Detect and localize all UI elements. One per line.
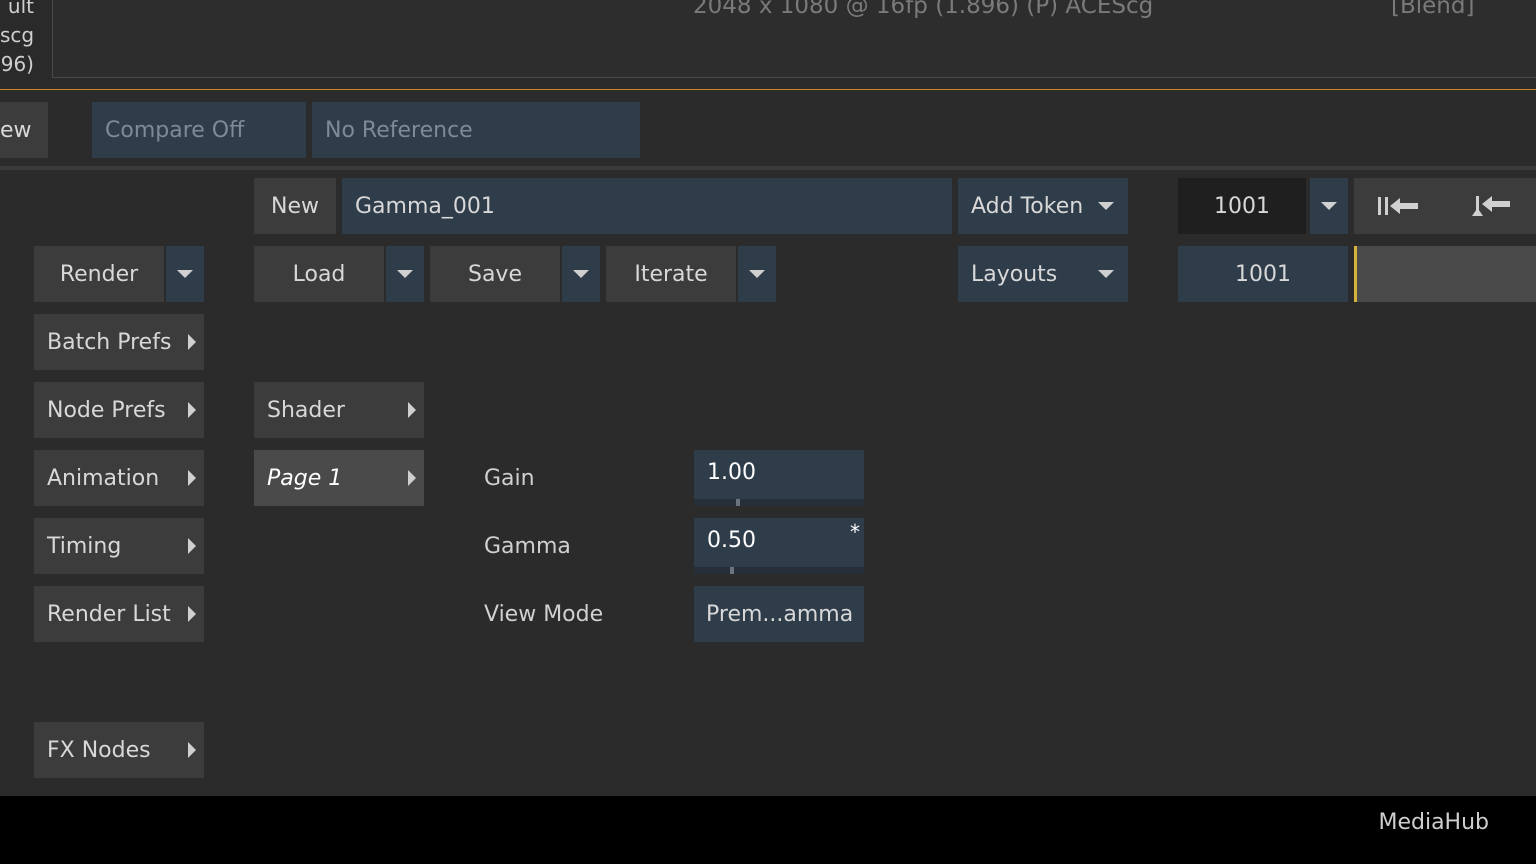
frame-dropdown-button[interactable] (1310, 178, 1348, 234)
setup-name-value: Gamma_001 (355, 193, 495, 219)
tab-page-1[interactable]: Page 1 (254, 450, 424, 506)
iterate-button-label: Iterate (634, 261, 708, 287)
viewer-frame[interactable]: 2048 x 1080 @ 16fp (1.896) (P) ACEScg [B… (52, 0, 1536, 78)
tab-shader[interactable]: Shader (254, 382, 424, 438)
gain-slider-track[interactable] (694, 499, 864, 506)
render-button-label: Render (59, 261, 139, 287)
viewer-resolution-info: 2048 x 1080 @ 16fp (1.896) (P) ACEScg (693, 0, 1154, 19)
viewer-left-line: ult (7, 0, 34, 18)
save-button-label: Save (467, 261, 522, 287)
skip-to-start-icon (1378, 197, 1418, 215)
layouts-dropdown[interactable]: Layouts (958, 246, 1128, 302)
current-frame-field[interactable]: 1001 (1178, 246, 1348, 302)
viewer-left-line: scg (0, 23, 35, 47)
render-dropdown-button[interactable] (166, 246, 204, 302)
current-frame-value: 1001 (1235, 261, 1291, 287)
view-button[interactable]: ew (0, 102, 48, 158)
save-button[interactable]: Save (430, 246, 560, 302)
load-button[interactable]: Load (254, 246, 384, 302)
sidebar-item-timing[interactable]: Timing (34, 518, 204, 574)
sidebar-item-label: Batch Prefs (47, 329, 172, 355)
sidebar-item-label: Node Prefs (47, 397, 166, 423)
app-name: MediaHub (1378, 810, 1489, 835)
setup-name-field[interactable]: Gamma_001 (342, 178, 952, 234)
sidebar-item-label: FX Nodes (47, 737, 151, 763)
load-button-label: Load (292, 261, 346, 287)
gain-field[interactable]: 1.00 (694, 450, 864, 506)
view-mode-label: View Mode (484, 601, 604, 627)
render-button[interactable]: Render (34, 246, 164, 302)
viewer-left-line: 96) (0, 52, 34, 76)
iterate-button[interactable]: Iterate (606, 246, 736, 302)
compare-dropdown[interactable]: Compare Off (92, 102, 306, 158)
layouts-label: Layouts (971, 261, 1058, 287)
tab-page-1-label: Page 1 (267, 465, 343, 491)
view-mode-dropdown[interactable]: Prem...amma (694, 586, 864, 642)
viewer-area: ult scg 96) 2048 x 1080 @ 16fp (1.896) (… (0, 0, 1536, 90)
sidebar-item-animation[interactable]: Animation (34, 450, 204, 506)
gamma-slider-track[interactable] (694, 567, 864, 574)
gamma-value: 0.50 (707, 528, 756, 553)
gamma-slider-handle[interactable] (730, 567, 734, 574)
gain-label: Gain (484, 465, 535, 491)
tab-shader-label: Shader (267, 397, 345, 423)
step-back-icon (1472, 196, 1510, 216)
add-token-label: Add Token (971, 193, 1084, 219)
viewer-left-info: ult scg 96) (0, 0, 34, 79)
reference-dropdown-label: No Reference (325, 117, 473, 143)
sidebar-item-label: Animation (47, 465, 160, 491)
section-divider (0, 166, 1536, 170)
footer-bar: MediaHub (0, 796, 1536, 864)
frame-field[interactable]: 1001 (1178, 178, 1306, 234)
gain-value: 1.00 (707, 460, 756, 485)
sidebar-item-node-prefs[interactable]: Node Prefs (34, 382, 204, 438)
chevron-down-icon (1096, 246, 1116, 302)
sidebar-item-label: Timing (47, 533, 122, 559)
add-token-dropdown[interactable]: Add Token (958, 178, 1128, 234)
gain-slider-handle[interactable] (736, 499, 740, 506)
go-to-start-button[interactable] (1354, 178, 1536, 234)
reference-dropdown[interactable]: No Reference (312, 102, 640, 158)
view-button-label: ew (0, 117, 32, 143)
chevron-down-icon (1096, 178, 1116, 234)
sidebar-item-fx-nodes[interactable]: FX Nodes (34, 722, 204, 778)
new-setup-button[interactable]: New (254, 178, 336, 234)
load-dropdown-button[interactable] (386, 246, 424, 302)
iterate-dropdown-button[interactable] (738, 246, 776, 302)
save-dropdown-button[interactable] (562, 246, 600, 302)
gamma-field[interactable]: 0.50 * (694, 518, 864, 574)
sidebar-item-label: Render List (47, 601, 171, 627)
frame-field-value: 1001 (1214, 193, 1270, 219)
view-mode-value: Prem...amma (706, 601, 854, 627)
new-setup-label: New (271, 193, 319, 219)
gamma-label: Gamma (484, 533, 571, 559)
modified-indicator: * (850, 520, 860, 544)
sidebar-item-batch-prefs[interactable]: Batch Prefs (34, 314, 204, 370)
viewer-blend-label: [Blend] (1391, 0, 1475, 19)
compare-dropdown-label: Compare Off (105, 117, 245, 143)
sidebar-item-render-list[interactable]: Render List (34, 586, 204, 642)
timeline-playhead[interactable] (1354, 246, 1357, 302)
timeline-bar[interactable] (1354, 246, 1536, 302)
